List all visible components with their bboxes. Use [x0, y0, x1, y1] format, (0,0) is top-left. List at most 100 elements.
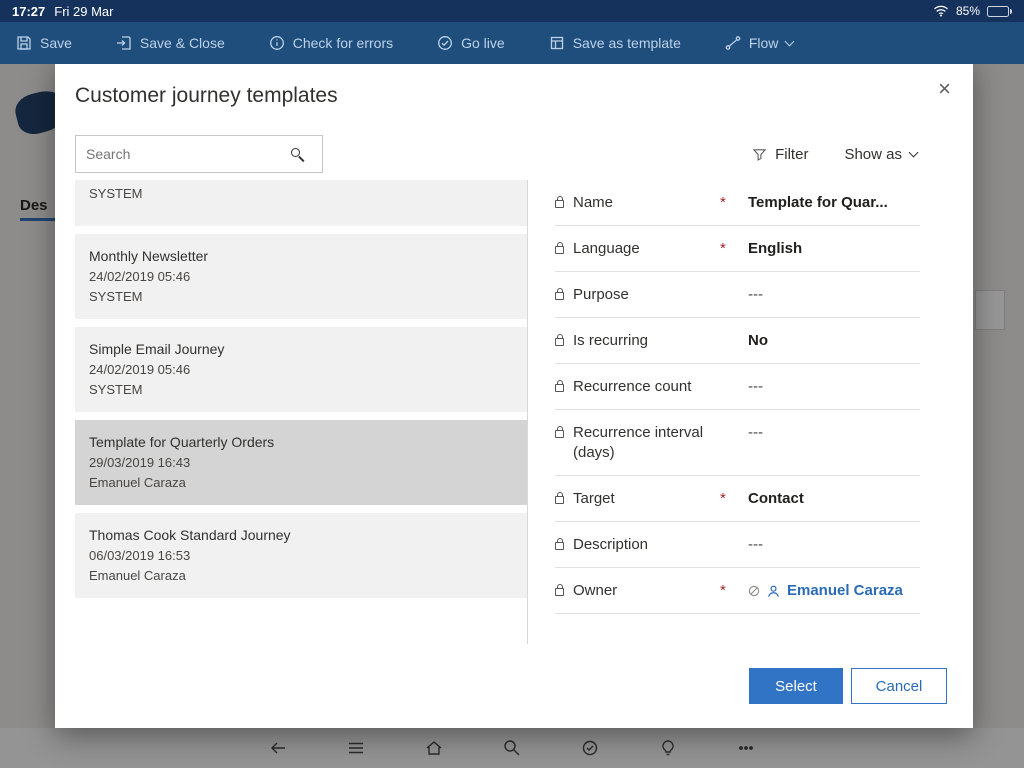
person-icon: [766, 584, 781, 599]
template-date: 24/02/2019 05:46: [89, 360, 513, 380]
lock-icon: [555, 200, 564, 208]
template-owner: SYSTEM: [89, 380, 513, 400]
field-row-is-recurring: Is recurring No: [555, 318, 920, 364]
template-name: Monthly Newsletter: [89, 246, 513, 267]
check-errors-label: Check for errors: [293, 35, 393, 51]
template-owner: Emanuel Caraza: [89, 473, 513, 493]
field-row-target: Target * Contact: [555, 476, 920, 522]
field-row-purpose: Purpose ---: [555, 272, 920, 318]
dialog-title: Customer journey templates: [75, 84, 338, 108]
command-bar: Save Save & Close Check for errors Go li…: [0, 22, 1024, 64]
field-value: ---: [748, 423, 920, 443]
field-label: Name: [573, 193, 613, 213]
wifi-icon: [933, 5, 949, 17]
field-value: English: [748, 239, 920, 259]
field-label: Description: [573, 535, 648, 555]
lock-icon: [555, 338, 564, 346]
template-list-item[interactable]: Thomas Cook Standard Journey 06/03/2019 …: [75, 513, 527, 598]
template-details: Name * Template for Quar... Language * E…: [555, 180, 920, 614]
field-value: Contact: [748, 489, 920, 509]
template-owner: SYSTEM: [89, 184, 513, 204]
field-row-language: Language * English: [555, 226, 920, 272]
go-live-button[interactable]: Go live: [437, 35, 505, 51]
required-marker: *: [710, 239, 748, 259]
save-label: Save: [40, 35, 72, 51]
template-list-item[interactable]: SYSTEM: [75, 180, 527, 226]
field-label: Purpose: [573, 285, 629, 305]
field-value: ---: [748, 535, 920, 555]
required-marker: *: [710, 489, 748, 509]
owner-link[interactable]: Emanuel Caraza: [787, 581, 903, 601]
customer-journey-templates-dialog: Customer journey templates × Filter Show…: [55, 58, 973, 728]
lock-icon: [555, 496, 564, 504]
save-close-label: Save & Close: [140, 35, 225, 51]
no-presence-icon: [748, 585, 760, 597]
list-tools: Filter Show as: [752, 135, 917, 173]
field-label: Recurrence interval (days): [573, 423, 710, 463]
template-list-item[interactable]: Simple Email Journey 24/02/2019 05:46 SY…: [75, 327, 527, 412]
required-marker: *: [710, 193, 748, 213]
required-marker: *: [710, 581, 748, 601]
field-row-description: Description ---: [555, 522, 920, 568]
field-label: Language: [573, 239, 640, 259]
flow-button[interactable]: Flow: [725, 35, 794, 51]
dialog-footer: Select Cancel: [749, 668, 947, 704]
save-button[interactable]: Save: [16, 35, 72, 51]
search-input[interactable]: [76, 136, 322, 172]
lock-icon: [555, 588, 564, 596]
list-detail-divider: [527, 180, 528, 644]
field-row-owner: Owner * Emanuel Caraza: [555, 568, 920, 614]
info-circle-icon: [269, 35, 285, 51]
field-row-recurrence-interval: Recurrence interval (days) ---: [555, 410, 920, 476]
lock-icon: [555, 384, 564, 392]
field-value: ---: [748, 377, 920, 397]
search-box: [75, 135, 323, 173]
template-name: Template for Quarterly Orders: [89, 432, 513, 453]
template-name: Thomas Cook Standard Journey: [89, 525, 513, 546]
select-button[interactable]: Select: [749, 668, 843, 704]
chevron-down-icon: [909, 147, 919, 157]
check-errors-button[interactable]: Check for errors: [269, 35, 393, 51]
clock: 17:27: [12, 4, 45, 19]
flow-icon: [725, 35, 741, 51]
save-as-template-label: Save as template: [573, 35, 681, 51]
template-list: SYSTEM Monthly Newsletter 24/02/2019 05:…: [75, 180, 527, 644]
field-value: No: [748, 331, 920, 351]
field-label: Target: [573, 489, 615, 509]
lock-icon: [555, 430, 564, 438]
chevron-down-icon: [785, 36, 795, 46]
field-value: Template for Quar...: [748, 193, 920, 213]
show-as-label: Show as: [844, 146, 902, 163]
save-close-button[interactable]: Save & Close: [116, 35, 225, 51]
field-row-name: Name * Template for Quar...: [555, 180, 920, 226]
check-circle-icon: [437, 35, 453, 51]
date: Fri 29 Mar: [54, 4, 113, 19]
lock-icon: [555, 292, 564, 300]
template-list-item[interactable]: Monthly Newsletter 24/02/2019 05:46 SYST…: [75, 234, 527, 319]
battery-icon: [987, 6, 1012, 17]
template-icon: [549, 35, 565, 51]
search-icon: [291, 148, 300, 157]
lock-icon: [555, 542, 564, 550]
close-icon[interactable]: ×: [938, 78, 951, 100]
battery-percent: 85%: [956, 4, 980, 18]
template-date: 06/03/2019 16:53: [89, 546, 513, 566]
field-label: Owner: [573, 581, 617, 601]
field-row-recurrence-count: Recurrence count ---: [555, 364, 920, 410]
go-live-label: Go live: [461, 35, 505, 51]
screen: Des 17:27 Fri 29 Mar 85%: [0, 0, 1024, 768]
save-close-icon: [116, 35, 132, 51]
lock-icon: [555, 246, 564, 254]
filter-icon: [752, 147, 767, 162]
template-owner: Emanuel Caraza: [89, 566, 513, 586]
filter-button[interactable]: Filter: [752, 146, 808, 163]
field-value: ---: [748, 285, 920, 305]
cancel-button[interactable]: Cancel: [851, 668, 947, 704]
field-label: Is recurring: [573, 331, 648, 351]
template-list-item-selected[interactable]: Template for Quarterly Orders 29/03/2019…: [75, 420, 527, 505]
template-date: 29/03/2019 16:43: [89, 453, 513, 473]
status-bar: 17:27 Fri 29 Mar 85%: [0, 0, 1024, 22]
save-icon: [16, 35, 32, 51]
save-as-template-button[interactable]: Save as template: [549, 35, 681, 51]
show-as-dropdown[interactable]: Show as: [844, 146, 917, 163]
